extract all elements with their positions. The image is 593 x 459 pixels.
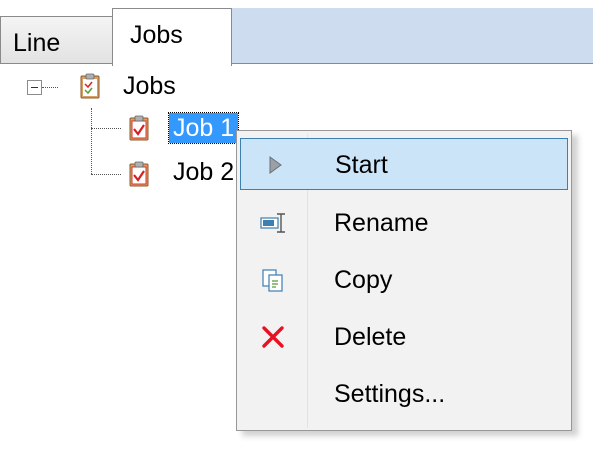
tree-connector-job1 — [91, 128, 121, 129]
tab-strip-background — [230, 8, 593, 64]
tree-node-job-1-label: Job 1 — [173, 114, 235, 142]
menu-item-settings-label: Settings... — [334, 380, 446, 408]
menu-item-copy-label: Copy — [334, 266, 393, 294]
tree-connector-root — [42, 87, 58, 88]
tree-node-job-2[interactable]: Job 2 — [173, 157, 234, 187]
menu-item-delete-label: Delete — [334, 323, 407, 351]
tab-strip: Line Jobs — [0, 0, 593, 66]
tree-connector-job2 — [91, 174, 121, 175]
tree-node-job-2-label: Job 2 — [173, 158, 235, 186]
menu-item-settings[interactable]: Settings... — [240, 368, 568, 420]
menu-item-rename-label: Rename — [334, 209, 429, 237]
play-icon — [269, 156, 282, 174]
copy-icon — [262, 269, 283, 292]
delete-icon — [262, 326, 284, 348]
collapse-toggle[interactable] — [27, 80, 42, 95]
tree-connector-vertical — [91, 108, 92, 174]
context-menu: Start Rename Copy Delete Settings... — [236, 130, 572, 431]
tree-node-root[interactable]: Jobs — [123, 71, 176, 101]
tab-jobs[interactable]: Jobs — [112, 8, 232, 66]
clipboard-icon — [80, 73, 100, 99]
menu-item-rename[interactable]: Rename — [240, 197, 568, 249]
tree-node-root-label: Jobs — [123, 72, 176, 100]
clipboard-check-icon — [129, 115, 149, 141]
tab-line[interactable]: Line — [0, 16, 114, 64]
tab-jobs-label: Jobs — [130, 21, 183, 49]
menu-item-start-label: Start — [335, 151, 388, 179]
menu-item-delete[interactable]: Delete — [240, 311, 568, 363]
menu-item-start[interactable]: Start — [240, 138, 568, 190]
menu-item-copy[interactable]: Copy — [240, 254, 568, 306]
tree-node-job-1[interactable]: Job 1 — [167, 112, 240, 144]
clipboard-check-icon — [129, 161, 149, 187]
rename-icon — [260, 213, 285, 233]
app-window: Line Jobs Jobs Job 1 Job 2 Start Rename … — [0, 0, 593, 459]
tab-line-label: Line — [13, 29, 61, 57]
